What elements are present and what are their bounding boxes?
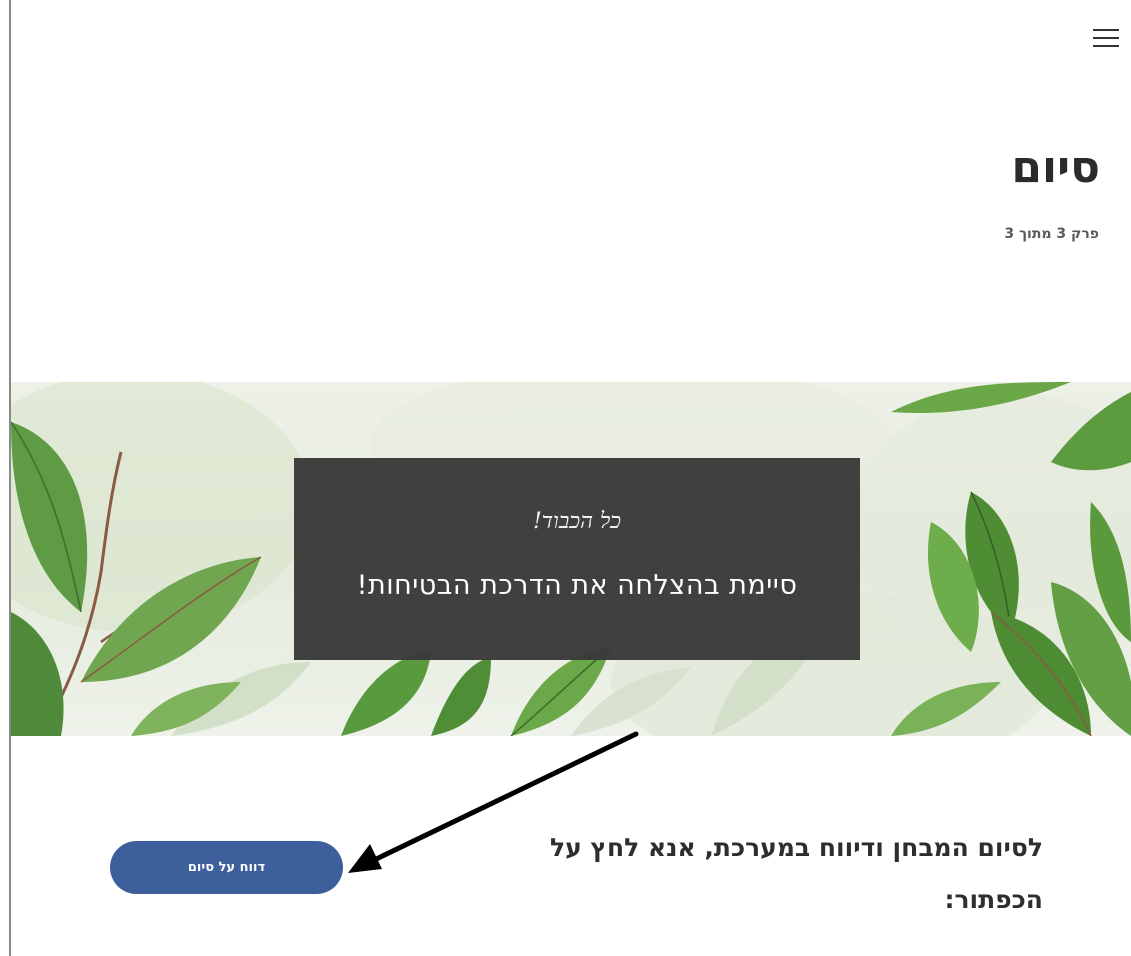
- black-arrow-icon: [348, 731, 639, 873]
- menu-line: [1093, 29, 1119, 31]
- hamburger-menu-icon[interactable]: [1091, 26, 1121, 50]
- chapter-title: סיום: [1011, 142, 1100, 193]
- completion-message-box: כל הכבוד! סיימת בהצלחה את הדרכת הבטיחות!: [294, 458, 860, 660]
- chapter-progress: פרק 3 מתוך 3: [1004, 226, 1099, 242]
- kudos-text: כל הכבוד!: [532, 509, 622, 534]
- page: סיום פרק 3 מתוך 3 כל הכבוד! סיימת בהצלחה…: [0, 0, 1131, 956]
- completion-banner: כל הכבוד! סיימת בהצלחה את הדרכת הבטיחות!: [11, 382, 1131, 736]
- menu-line: [1093, 37, 1119, 39]
- menu-line: [1093, 45, 1119, 47]
- completion-message: סיימת בהצלחה את הדרכת הבטיחות!: [356, 570, 798, 601]
- report-finish-button[interactable]: דווח על סיום: [110, 841, 343, 894]
